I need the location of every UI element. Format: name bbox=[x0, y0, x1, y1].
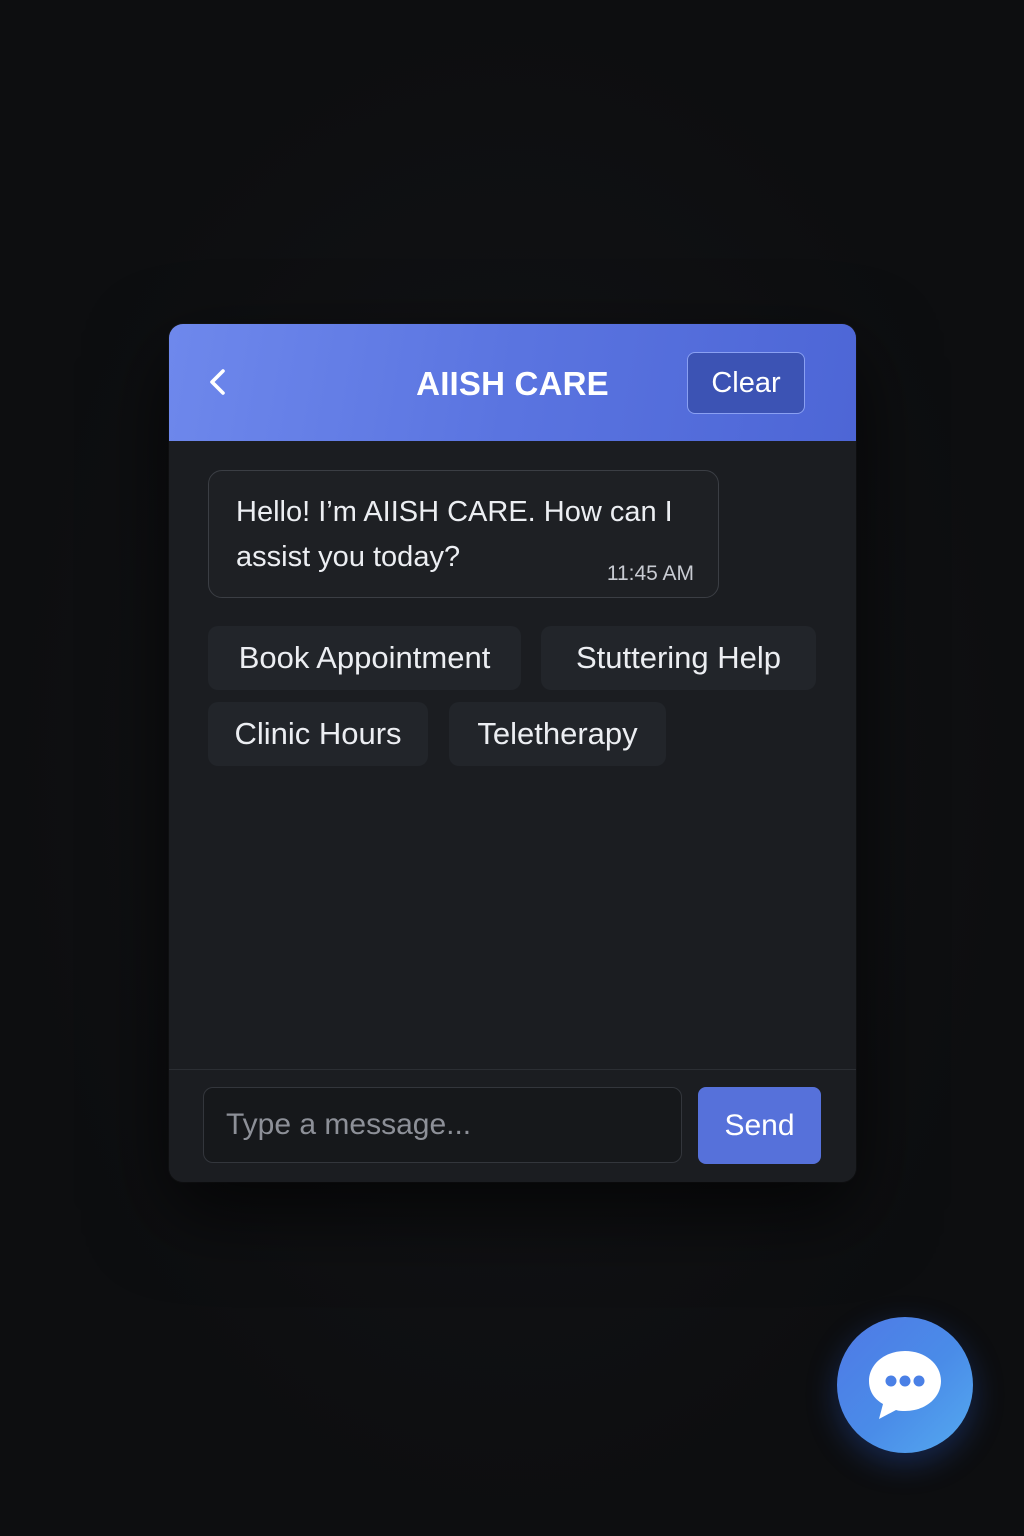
quick-reply-teletherapy[interactable]: Teletherapy bbox=[449, 702, 666, 766]
chat-header: AIISH CARE Clear bbox=[169, 324, 856, 441]
clear-button[interactable]: Clear bbox=[687, 352, 805, 414]
send-button[interactable]: Send bbox=[698, 1087, 821, 1164]
chevron-left-icon bbox=[210, 369, 225, 395]
quick-reply-clinic-hours[interactable]: Clinic Hours bbox=[208, 702, 428, 766]
message-input[interactable] bbox=[203, 1087, 682, 1163]
chat-window: AIISH CARE Clear Hello! I’m AIISH CARE. … bbox=[169, 324, 856, 1182]
composer-bar: Send bbox=[169, 1069, 856, 1182]
quick-reply-stuttering-help[interactable]: Stuttering Help bbox=[541, 626, 816, 690]
page-background: AIISH CARE Clear Hello! I’m AIISH CARE. … bbox=[0, 0, 1024, 1536]
message-timestamp: 11:45 AM bbox=[606, 562, 694, 585]
back-button[interactable] bbox=[199, 362, 239, 402]
message-list: Hello! I’m AIISH CARE. How can I assist … bbox=[169, 441, 856, 1069]
bot-message-bubble: Hello! I’m AIISH CARE. How can I assist … bbox=[208, 470, 719, 598]
chat-launcher-button[interactable] bbox=[837, 1317, 973, 1453]
quick-reply-book-appointment[interactable]: Book Appointment bbox=[208, 626, 521, 690]
chat-bubble-icon bbox=[869, 1351, 941, 1419]
